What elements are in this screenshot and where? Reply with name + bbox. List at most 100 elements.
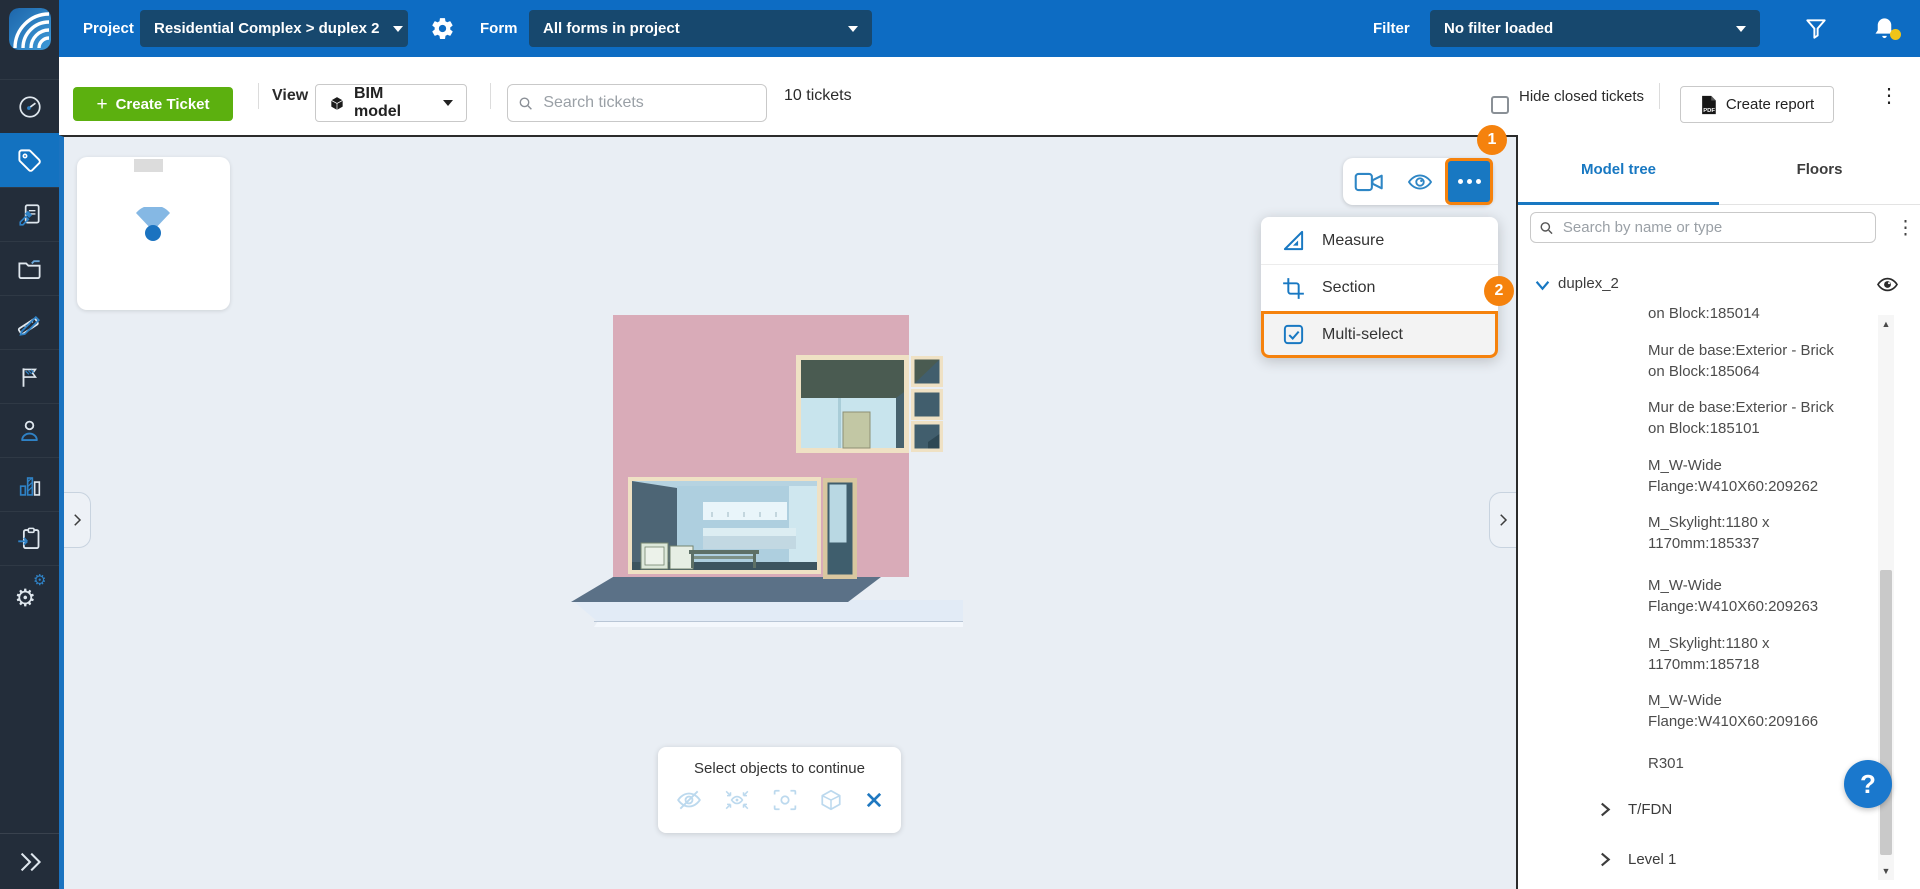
section-icon [1282,277,1305,300]
viewer-more-tools-button[interactable] [1445,158,1493,205]
search-tickets-input[interactable] [541,93,756,113]
tree-item[interactable]: M_W-WideFlange:W410X60:209263 [1648,575,1863,617]
dot [1476,179,1481,184]
isolate-eye-icon [724,789,750,811]
project-dropdown-value: Residential Complex > duplex 2 [154,20,379,37]
tree-root-label: duplex_2 [1558,275,1619,292]
sidebar-item-transfer[interactable] [0,511,59,565]
sidebar-item-tools[interactable] [0,295,59,349]
camera-position-icon [130,207,176,245]
show-3d-button[interactable] [819,789,843,811]
project-settings-button[interactable] [430,0,455,57]
scroll-down-arrow[interactable]: ▼ [1878,866,1894,876]
sidebar-item-statistics[interactable] [0,457,59,511]
left-panel-toggle[interactable] [64,492,91,548]
tree-root-row[interactable]: duplex_2 [1518,272,1920,300]
scroll-up-arrow[interactable]: ▲ [1878,319,1894,329]
pinned-document-icon [17,202,43,228]
notification-dot [1890,29,1901,40]
hide-objects-button[interactable] [676,789,702,811]
right-panel-toggle[interactable] [1489,492,1516,548]
notifications-button[interactable] [1871,0,1898,57]
filter-funnel-button[interactable] [1803,0,1829,57]
tree-item[interactable]: M_W-WideFlange:W410X60:209262 [1648,455,1863,497]
tickets-toolbar: + Create Ticket View BIM model 10 ticket… [59,57,1920,135]
tutorial-step-badge-1: 1 [1477,125,1507,155]
sidebar-item-documents[interactable] [0,241,59,295]
tree-item[interactable]: Mur de base:Exterior - Brickon Block:185… [1648,340,1863,382]
multi-select-checkbox-icon [1282,323,1305,346]
chevron-down-icon[interactable] [1535,280,1550,291]
menu-item-label: Multi-select [1322,326,1403,344]
close-panel-button[interactable] [865,791,883,809]
sidebar-item-contacts[interactable] [0,403,59,457]
model-tree-options-menu[interactable]: ⋮ [1896,217,1915,240]
dot [1467,179,1472,184]
help-button[interactable]: ? [1844,760,1892,808]
model-tree-search-input[interactable] [1561,218,1867,237]
menu-item-measure[interactable]: Measure [1261,217,1498,264]
cube-outline-icon [819,789,843,811]
menu-item-label: Measure [1322,232,1384,250]
create-ticket-button[interactable]: + Create Ticket [73,87,233,121]
view-mode-dropdown[interactable]: BIM model [315,84,467,122]
tree-level-tfdn[interactable]: T/FDN [1600,801,1672,818]
tree-level-level1[interactable]: Level 1 [1600,851,1676,868]
eye-off-icon [676,789,702,811]
chevron-right-icon [1600,852,1611,867]
tab-floors[interactable]: Floors [1719,135,1920,204]
visibility-eye-icon[interactable] [1876,275,1899,294]
filter-dropdown-value: No filter loaded [1444,20,1722,37]
project-dropdown[interactable]: Residential Complex > duplex 2 [140,10,408,47]
select-objects-panel: Select objects to continue [658,747,901,833]
tree-item[interactable]: M_Skylight:1180 x1170mm:185337 [1648,512,1863,554]
tag-icon [16,147,43,174]
form-dropdown[interactable]: All forms in project [529,10,872,47]
sidebar-item-milestones[interactable] [0,349,59,403]
top-app-bar: Project Residential Complex > duplex 2 F… [59,0,1920,57]
sidebar-item-dashboard[interactable] [0,79,59,133]
dot [1458,179,1463,184]
tree-item[interactable]: M_Skylight:1180 x1170mm:185718 [1648,633,1863,675]
toolbar-more-menu[interactable]: ⋮ [1879,57,1899,135]
menu-item-multi-select[interactable]: Multi-select [1261,311,1498,358]
menu-item-section[interactable]: Section [1261,264,1498,311]
chevron-right-icon [1494,511,1512,529]
menu-item-label: Section [1322,279,1375,297]
camera-icon [1354,170,1384,194]
tickets-count: 10 tickets [784,57,852,135]
person-icon [16,417,43,444]
model-3d-view[interactable] [560,300,980,640]
chevron-down-icon [848,26,858,32]
filter-dropdown[interactable]: No filter loaded [1430,10,1760,47]
folder-icon [16,255,43,282]
chevron-right-icon [68,511,86,529]
sidebar-item-settings[interactable]: ⚙ ⚙ [0,565,59,619]
funnel-icon [1803,16,1829,42]
fit-frame-icon [773,789,797,811]
sidebar-item-notes[interactable] [0,187,59,241]
sidebar-item-tickets[interactable] [0,133,59,187]
bim-viewer-canvas[interactable]: 1 Measure Section Multi-select 2 [59,135,1518,889]
plus-icon: + [96,95,107,114]
visibility-button[interactable] [1394,158,1445,205]
tree-item[interactable]: Mur de base:Exterior - Brickon Block:185… [1648,397,1863,439]
tree-item[interactable]: R301 [1648,753,1863,774]
chevron-down-icon [393,26,403,32]
minimap-card[interactable] [77,157,230,310]
create-ticket-label: Create Ticket [116,96,210,113]
model-ground [571,577,881,602]
hide-closed-checkbox[interactable] [1491,96,1509,114]
scrollbar-thumb[interactable] [1880,570,1892,855]
tree-item[interactable]: on Block:185014 [1648,303,1863,324]
camera-views-button[interactable] [1343,158,1394,205]
zoom-to-selection-button[interactable] [773,789,797,811]
isolate-objects-button[interactable] [724,789,750,811]
view-label: View [272,57,308,135]
create-report-button[interactable]: PDF Create report [1680,86,1834,123]
tab-model-tree[interactable]: Model tree [1518,135,1719,204]
sidebar-expand-button[interactable] [0,833,59,889]
app-logo[interactable] [9,8,51,50]
search-icon [1539,220,1554,236]
tree-item[interactable]: M_W-WideFlange:W410X60:209166 [1648,690,1863,732]
